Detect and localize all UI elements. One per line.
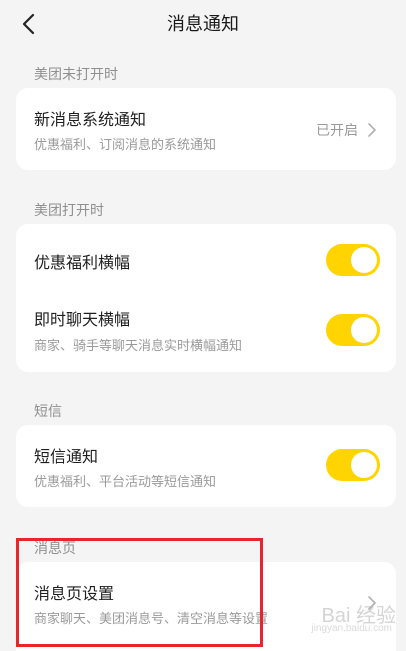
toggle-knob xyxy=(351,317,377,343)
status-text: 已开启 xyxy=(316,123,358,139)
card-open: 优惠福利横幅 即时聊天横幅 商家、骑手等聊天消息实时横幅通知 xyxy=(16,224,396,372)
row-system-notification[interactable]: 新消息系统通知 优惠福利、订阅消息的系统通知 已开启 xyxy=(16,88,396,170)
chat-banner-toggle[interactable] xyxy=(326,314,380,346)
page-title: 消息通知 xyxy=(167,14,239,35)
section-label-open: 美团打开时 xyxy=(34,203,104,219)
toggle-knob xyxy=(351,247,377,273)
toggle-knob xyxy=(351,452,377,478)
header: 消息通知 xyxy=(0,0,406,48)
watermark: Bai 经验 jingyan.baidu.com xyxy=(276,593,396,639)
row-subtitle: 优惠福利、平台活动等短信通知 xyxy=(34,475,217,490)
watermark-sub: jingyan.baidu.com xyxy=(311,623,392,634)
card-closed: 新消息系统通知 优惠福利、订阅消息的系统通知 已开启 xyxy=(16,88,396,170)
row-subtitle: 优惠福利、订阅消息的系统通知 xyxy=(34,138,217,153)
row-promo-banner: 优惠福利横幅 xyxy=(16,224,396,294)
sms-toggle[interactable] xyxy=(326,449,380,481)
row-subtitle: 商家、骑手等聊天消息实时横幅通知 xyxy=(34,339,243,354)
section-label-message-page: 消息页 xyxy=(34,541,76,557)
row-title: 新消息系统通知 xyxy=(34,110,147,129)
row-sms-notification: 短信通知 优惠福利、平台活动等短信通知 xyxy=(16,425,396,507)
row-subtitle: 商家聊天、美团消息号、清空消息等设置 xyxy=(34,612,269,627)
section-label-sms: 短信 xyxy=(34,404,62,420)
row-title: 即时聊天横幅 xyxy=(34,310,131,329)
card-sms: 短信通知 优惠福利、平台活动等短信通知 xyxy=(16,425,396,507)
row-chat-banner: 即时聊天横幅 商家、骑手等聊天消息实时横幅通知 xyxy=(16,294,396,372)
row-title: 优惠福利横幅 xyxy=(34,253,131,272)
promo-banner-toggle[interactable] xyxy=(326,244,380,276)
row-title: 消息页设置 xyxy=(34,584,115,603)
chevron-right-icon xyxy=(368,123,376,137)
row-title: 短信通知 xyxy=(34,447,99,466)
section-label-closed: 美团未打开时 xyxy=(34,67,118,83)
